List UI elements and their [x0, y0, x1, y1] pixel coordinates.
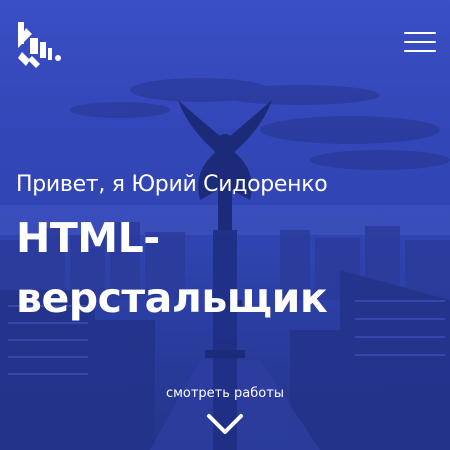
- menu-bar: [404, 32, 436, 34]
- hero-section: Привет, я Юрий Сидоренко HTML- верстальщ…: [0, 0, 450, 450]
- headline-line-2: верстальщик: [16, 274, 328, 322]
- header: [0, 0, 450, 80]
- menu-bar: [404, 41, 436, 43]
- view-works-link[interactable]: смотреть работы: [0, 386, 450, 401]
- greeting-text: Привет, я Юрий Сидоренко: [16, 172, 328, 197]
- chevron-down-icon[interactable]: [206, 412, 244, 436]
- hamburger-menu-icon[interactable]: [404, 30, 436, 54]
- menu-bar: [404, 50, 436, 52]
- headline-line-1: HTML-: [16, 214, 160, 262]
- zebra-stripes-logo-icon[interactable]: [12, 18, 64, 70]
- page-title: HTML- верстальщик: [16, 208, 436, 328]
